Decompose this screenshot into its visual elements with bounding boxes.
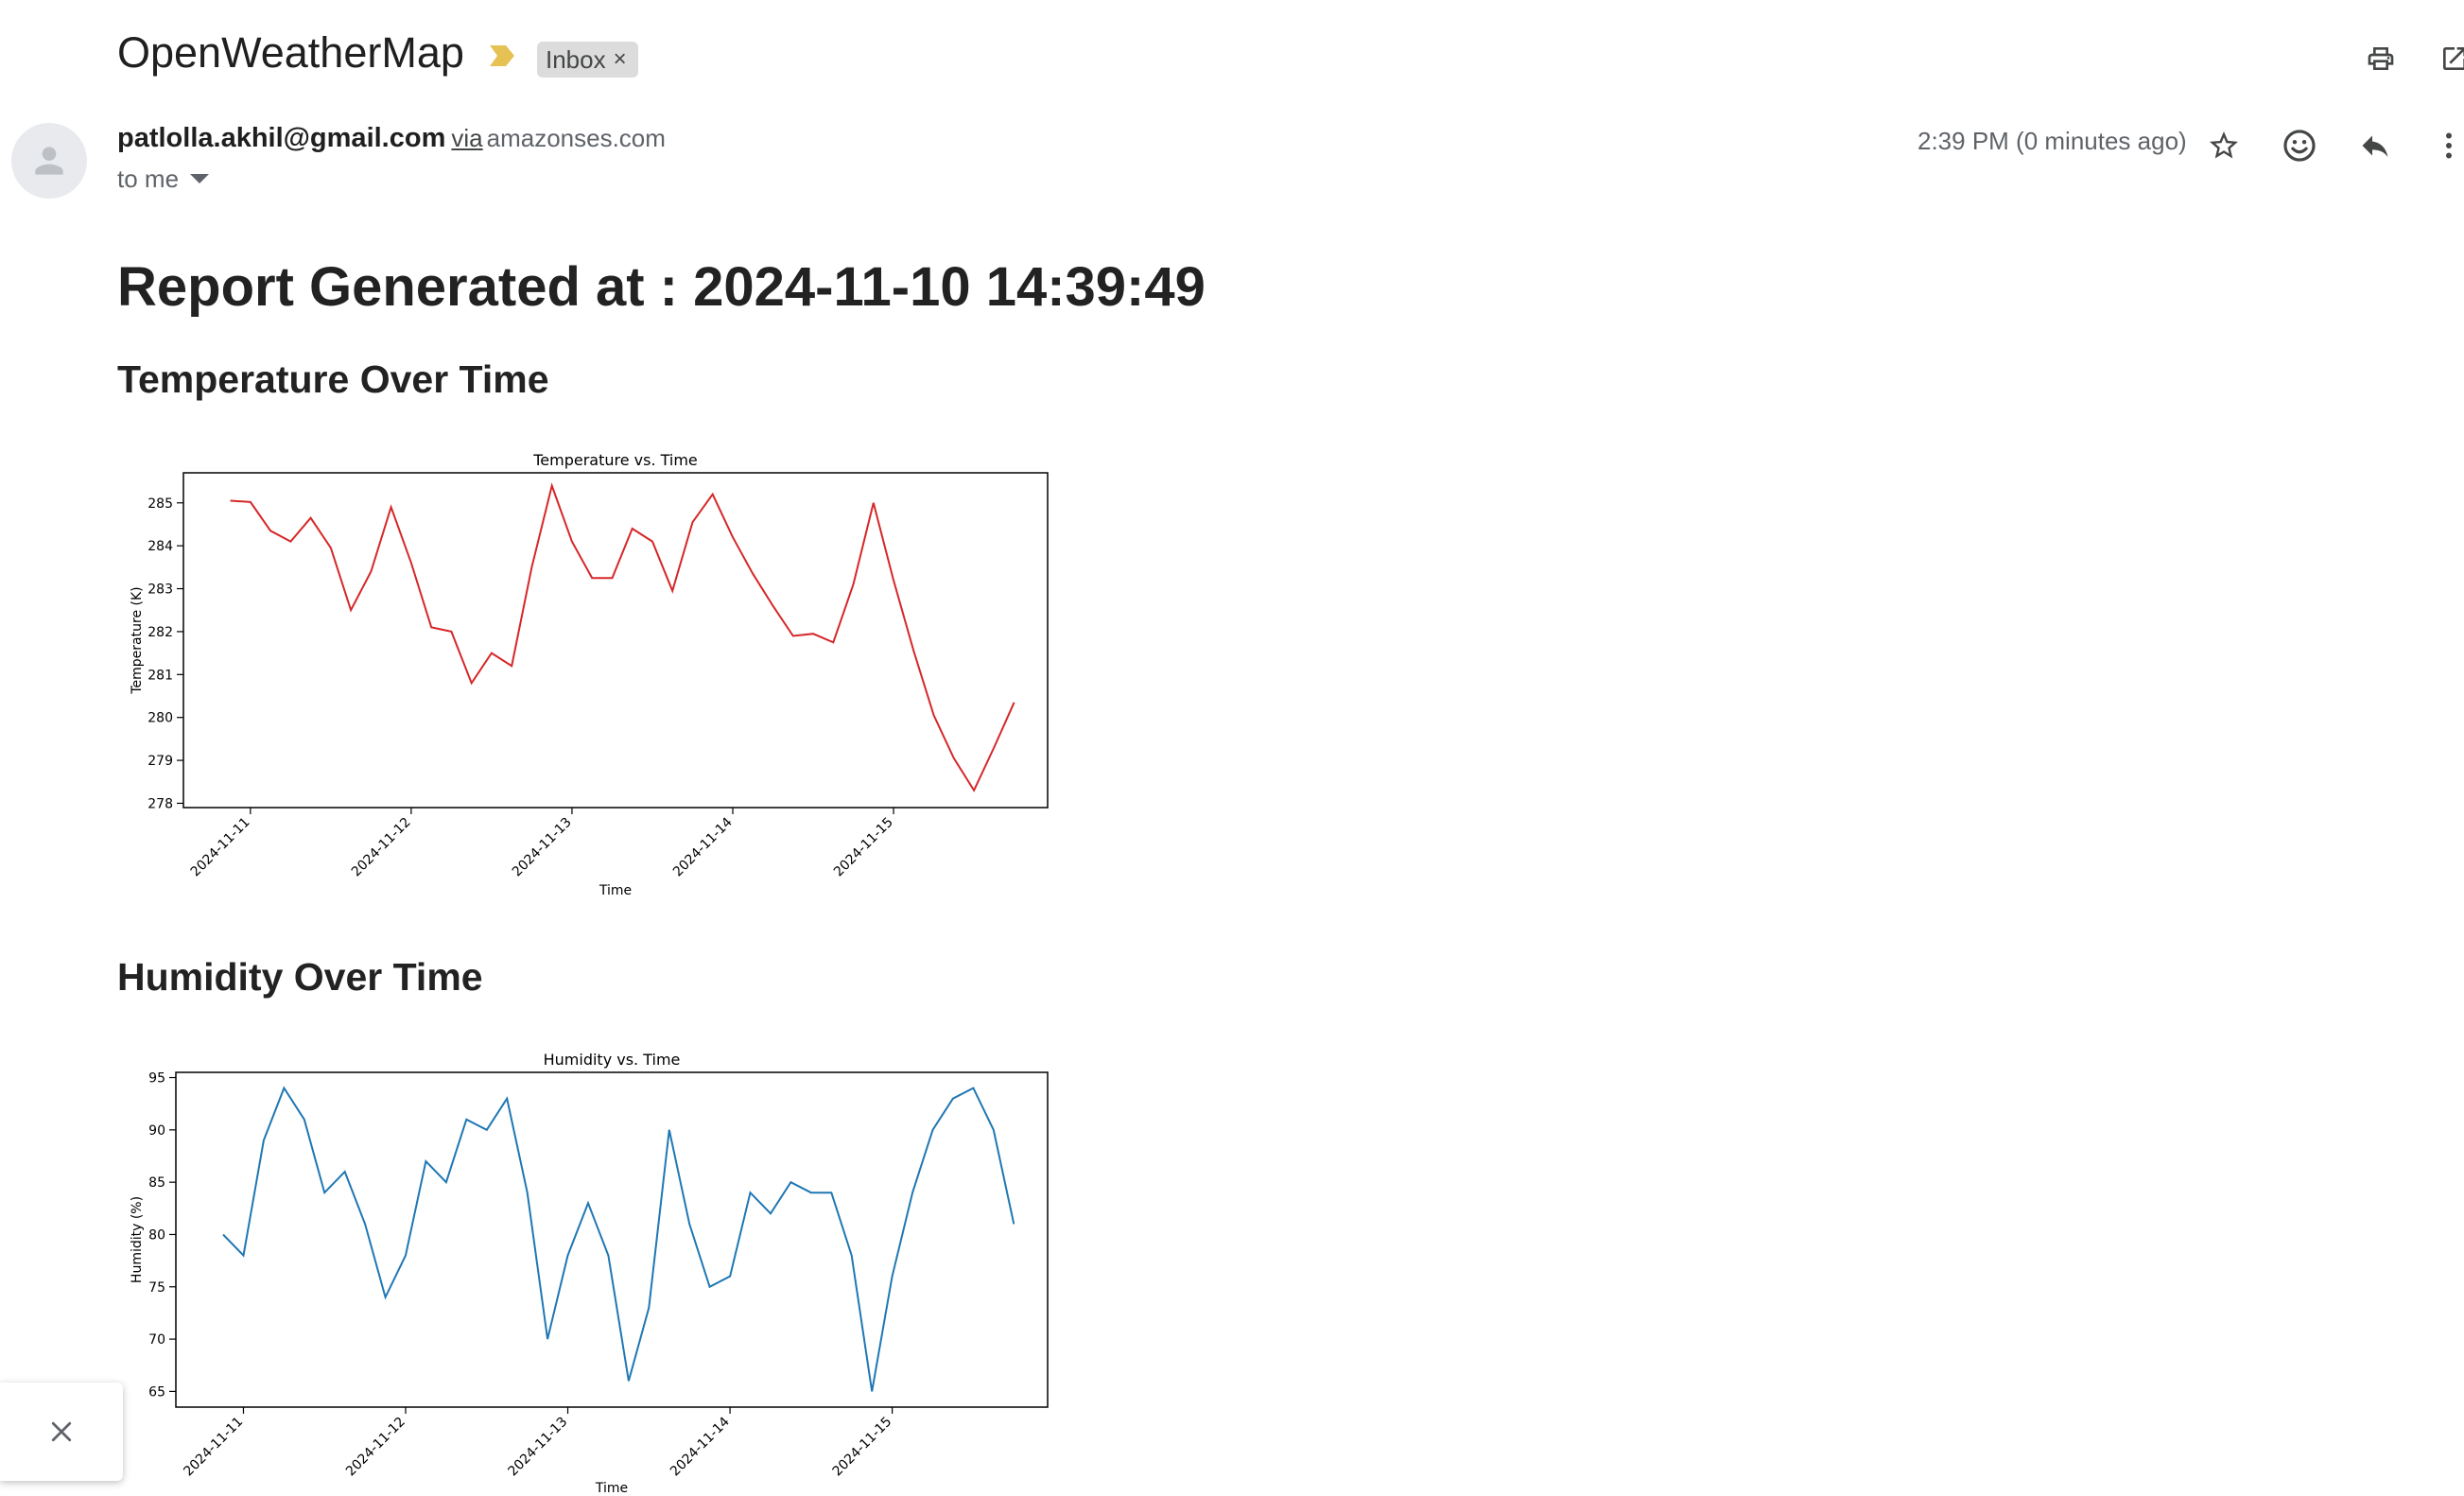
- x-tick-label: 2024-11-15: [830, 1415, 895, 1480]
- x-tick-label: 2024-11-13: [506, 1415, 571, 1480]
- chart-title: Humidity vs. Time: [544, 1051, 681, 1069]
- avatar[interactable]: [11, 123, 87, 199]
- plot-area: [175, 1071, 1049, 1408]
- y-tick-label: 95: [148, 1071, 165, 1087]
- recipient-details[interactable]: to me: [117, 165, 210, 194]
- y-tick-label: 278: [147, 796, 173, 811]
- y-axis-label: Humidity (%): [130, 1196, 145, 1283]
- x-axis-label: Time: [595, 1481, 628, 1496]
- open-new-window-icon[interactable]: [2432, 36, 2464, 81]
- y-tick-label: 280: [147, 711, 173, 726]
- y-tick-label: 285: [147, 496, 173, 512]
- temperature-heading: Temperature Over Time: [117, 357, 549, 401]
- y-tick-label: 284: [147, 539, 173, 554]
- x-tick-label: 2024-11-12: [343, 1415, 408, 1480]
- via-link[interactable]: via: [451, 124, 482, 152]
- email-subject: OpenWeatherMap: [117, 28, 464, 77]
- y-tick-label: 282: [147, 625, 173, 640]
- y-tick-label: 85: [148, 1175, 165, 1191]
- y-tick-label: 281: [147, 668, 173, 683]
- x-tick-label: 2024-11-15: [831, 815, 896, 880]
- humidity-chart: Humidity vs. Time 65 70 75 80 85 90 95 2024-11…: [130, 1051, 1049, 1496]
- y-tick-label: 65: [148, 1384, 165, 1400]
- y-tick-label: 283: [147, 583, 173, 598]
- label-close-icon[interactable]: ×: [614, 42, 627, 78]
- via-domain: amazonses.com: [486, 124, 666, 152]
- report-title: Report Generated at : 2024-11-10 14:39:4…: [117, 256, 1206, 318]
- x-tick-label: 2024-11-13: [510, 815, 575, 880]
- emoji-icon[interactable]: [2273, 119, 2326, 172]
- more-vert-icon[interactable]: [2422, 119, 2464, 172]
- y-axis-label: Temperature (K): [130, 586, 145, 694]
- humidity-heading: Humidity Over Time: [117, 955, 483, 999]
- snackbar: [0, 1383, 123, 1481]
- humidity-series-line: [222, 1086, 1015, 1392]
- y-tick-label: 279: [147, 754, 173, 769]
- y-tick-label: 75: [148, 1280, 165, 1296]
- x-tick-label: 2024-11-12: [349, 815, 414, 880]
- person-icon: [35, 147, 63, 175]
- recipient-text: to me: [117, 165, 180, 193]
- temperature-chart: Temperature vs. Time 278 279 280 281 282 283 2…: [130, 451, 1049, 898]
- y-tick-label: 80: [148, 1227, 165, 1243]
- reply-icon[interactable]: [2349, 119, 2402, 172]
- chevron-down-icon[interactable]: [190, 173, 210, 185]
- y-tick-label: 70: [148, 1332, 165, 1348]
- sender-email[interactable]: patlolla.akhil@gmail.com: [117, 123, 445, 153]
- temperature-series-line: [230, 482, 1015, 792]
- close-icon[interactable]: [47, 1418, 76, 1446]
- star-icon[interactable]: [2197, 119, 2250, 172]
- chart-title: Temperature vs. Time: [532, 451, 698, 469]
- x-axis-label: Time: [599, 883, 632, 898]
- print-icon[interactable]: [2358, 36, 2403, 81]
- x-tick-label: 2024-11-11: [188, 815, 253, 880]
- inbox-label-chip[interactable]: Inbox ×: [537, 42, 638, 78]
- x-tick-label: 2024-11-14: [668, 1414, 733, 1479]
- message-timestamp: 2:39 PM (0 minutes ago): [1917, 127, 2187, 155]
- sender-line: patlolla.akhil@gmail.com via amazonses.com: [117, 123, 666, 154]
- x-tick-label: 2024-11-11: [181, 1415, 246, 1480]
- importance-marker-icon[interactable]: [488, 43, 516, 68]
- y-tick-label: 90: [148, 1123, 165, 1139]
- inbox-label-text: Inbox: [546, 45, 606, 74]
- x-tick-label: 2024-11-14: [670, 814, 736, 879]
